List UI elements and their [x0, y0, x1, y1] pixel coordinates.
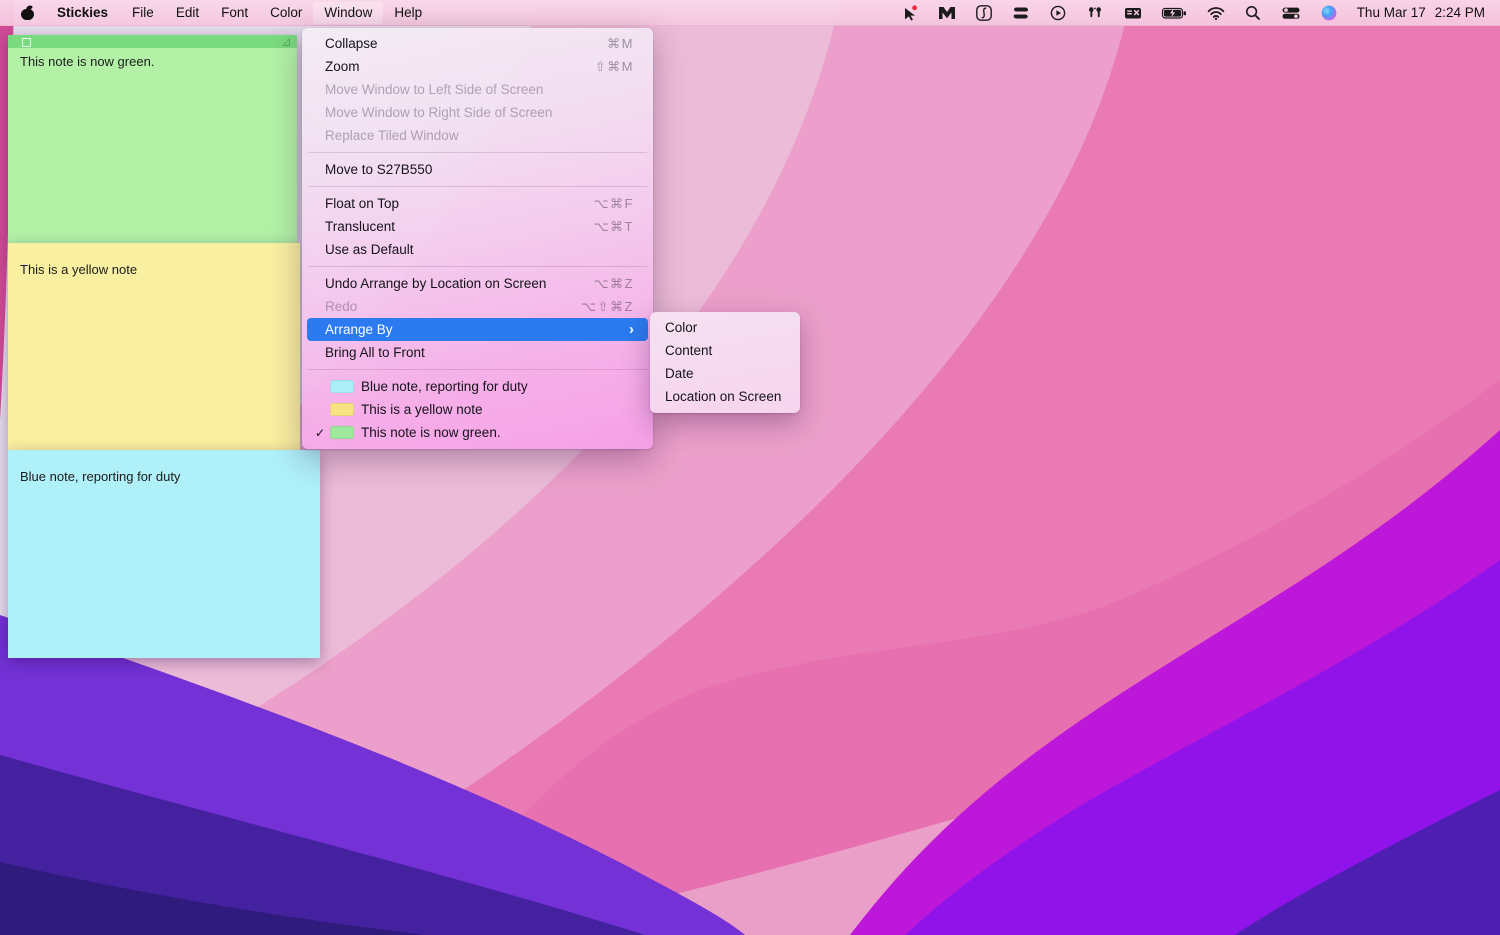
expressvpn-icon[interactable]: [1002, 0, 1040, 25]
input-source-icon[interactable]: [1114, 0, 1152, 25]
menu-item-arrange-by[interactable]: Arrange By ›: [307, 318, 648, 341]
submenu-item-date[interactable]: Date: [655, 362, 795, 385]
menu-bar: Stickies File Edit Font Color Window Hel…: [0, 0, 1500, 26]
note-text: This note is now green.: [20, 54, 154, 69]
airpods-icon[interactable]: [1076, 0, 1114, 25]
menu-font[interactable]: Font: [210, 0, 259, 25]
note-text: Blue note, reporting for duty: [20, 469, 180, 484]
submenu-arrow-icon: ›: [629, 322, 634, 337]
menu-item-redo: Redo ⌥⇧⌘Z: [307, 295, 648, 318]
control-center-icon[interactable]: [1271, 0, 1311, 25]
menu-item-move-window-left: Move Window to Left Side of Screen: [307, 78, 648, 101]
menu-separator: [308, 266, 647, 267]
note-resize-icon[interactable]: [282, 38, 290, 46]
blue-note-swatch: [330, 380, 354, 393]
menu-item-move-to-display[interactable]: Move to S27B550: [307, 158, 648, 181]
note-text-area[interactable]: This note is now green.: [8, 48, 297, 75]
menu-edit[interactable]: Edit: [165, 0, 210, 25]
menu-item-replace-tiled-window: Replace Tiled Window: [307, 124, 648, 147]
window-menu: Collapse ⌘M Zoom ⇧⌘M Move Window to Left…: [302, 28, 653, 449]
menu-bar-clock[interactable]: Thu Mar 17 2:24 PM: [1347, 5, 1485, 20]
spotlight-icon[interactable]: [1235, 0, 1271, 25]
menu-item-float-on-top[interactable]: Float on Top ⌥⌘F: [307, 192, 648, 215]
battery-charging-icon[interactable]: [1152, 0, 1197, 25]
siri-icon[interactable]: [1311, 0, 1347, 25]
menu-file[interactable]: File: [121, 0, 165, 25]
menu-separator: [308, 152, 647, 153]
menu-item-use-as-default[interactable]: Use as Default: [307, 238, 648, 261]
yellow-note-swatch: [330, 403, 354, 416]
menu-window[interactable]: Window: [313, 2, 383, 24]
note-text-area[interactable]: Blue note, reporting for duty: [8, 463, 320, 490]
green-note-swatch: [330, 426, 354, 439]
menu-help[interactable]: Help: [383, 0, 433, 25]
menu-item-yellow-note[interactable]: This is a yellow note: [307, 398, 648, 421]
sticky-note-green[interactable]: This note is now green.: [8, 35, 297, 243]
pointer-icon[interactable]: [892, 0, 928, 25]
menu-item-move-window-right: Move Window to Right Side of Screen: [307, 101, 648, 124]
sticky-note-blue[interactable]: Blue note, reporting for duty: [8, 450, 320, 658]
menu-item-translucent[interactable]: Translucent ⌥⌘T: [307, 215, 648, 238]
menu-item-bring-all-to-front[interactable]: Bring All to Front: [307, 341, 648, 364]
submenu-item-content[interactable]: Content: [655, 339, 795, 362]
menu-item-undo-arrange[interactable]: Undo Arrange by Location on Screen ⌥⌘Z: [307, 272, 648, 295]
submenu-item-location-on-screen[interactable]: Location on Screen: [655, 385, 795, 408]
desktop[interactable]: Stickies File Edit Font Color Window Hel…: [0, 0, 1500, 935]
clock-time: 2:24 PM: [1435, 5, 1485, 20]
arrange-by-submenu: Color Content Date Location on Screen: [650, 312, 800, 413]
surfshark-icon[interactable]: [966, 0, 1002, 25]
menu-item-blue-note[interactable]: Blue note, reporting for duty: [307, 375, 648, 398]
note-title-bar[interactable]: [8, 243, 300, 256]
malwarebytes-icon[interactable]: [928, 0, 966, 25]
clock-date: Thu Mar 17: [1357, 5, 1426, 20]
note-title-bar[interactable]: [8, 35, 297, 48]
menu-color[interactable]: Color: [259, 0, 313, 25]
play-circle-icon[interactable]: [1040, 0, 1076, 25]
menu-bar-left: Stickies File Edit Font Color Window Hel…: [0, 0, 433, 25]
menu-bar-status: Thu Mar 17 2:24 PM: [892, 0, 1500, 25]
menu-stickies[interactable]: Stickies: [44, 0, 121, 25]
sticky-note-yellow[interactable]: This is a yellow note: [8, 243, 300, 450]
menu-separator: [308, 186, 647, 187]
note-close-box[interactable]: [22, 38, 31, 47]
menu-item-collapse[interactable]: Collapse ⌘M: [307, 32, 648, 55]
note-title-bar[interactable]: [8, 450, 320, 463]
checkmark-icon: ✓: [315, 426, 328, 440]
note-text: This is a yellow note: [20, 262, 137, 277]
wifi-icon[interactable]: [1197, 0, 1235, 25]
note-text-area[interactable]: This is a yellow note: [8, 256, 300, 283]
submenu-item-color[interactable]: Color: [655, 316, 795, 339]
menu-separator: [308, 369, 647, 370]
apple-menu[interactable]: [10, 0, 44, 25]
menu-item-zoom[interactable]: Zoom ⇧⌘M: [307, 55, 648, 78]
apple-logo-icon: [21, 5, 34, 20]
menu-item-green-note[interactable]: ✓ This note is now green.: [307, 421, 648, 444]
